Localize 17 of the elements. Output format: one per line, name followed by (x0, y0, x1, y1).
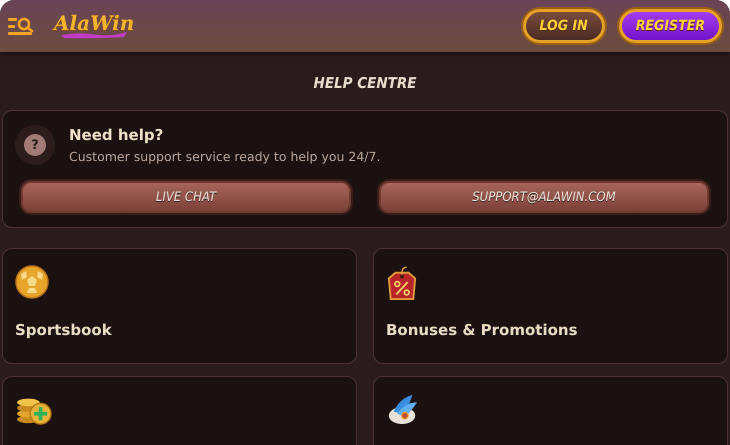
login-button[interactable]: LOG IN (522, 9, 605, 43)
card-title: Bonuses & Promotions (386, 321, 579, 339)
help-icon: ? (15, 125, 55, 165)
turban-icon (386, 393, 420, 425)
live-chat-button[interactable]: LIVE CHAT (21, 181, 351, 213)
discount-tag-icon (386, 265, 418, 303)
help-title: Need help? (69, 126, 164, 144)
card-title: Sportsbook (15, 321, 113, 339)
email-button[interactable]: SUPPORT@ALAWIN.COM (379, 181, 709, 213)
ball-icon (15, 265, 49, 299)
register-button[interactable]: REGISTER (618, 9, 722, 43)
logo[interactable]: AlaWin (54, 13, 134, 39)
category-card[interactable]: Bonuses & Promotions (373, 248, 728, 364)
category-card[interactable]: Sportsbook (2, 248, 357, 364)
menu-search-icon[interactable] (8, 17, 34, 35)
page-title: HELP CENTRE (312, 74, 418, 92)
help-description: Customer support service ready to help you 24/7. (69, 149, 380, 164)
